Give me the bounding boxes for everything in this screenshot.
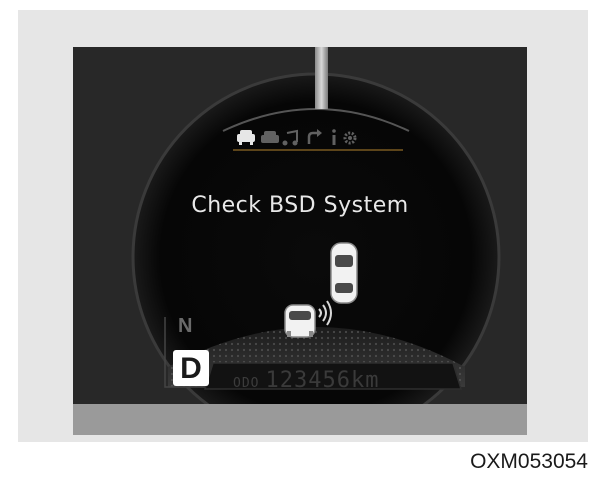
info-icon bbox=[332, 129, 336, 145]
gear-icon bbox=[343, 131, 357, 145]
odometer-label: ODO bbox=[233, 376, 260, 391]
gear-previous-indicator: N bbox=[178, 315, 193, 337]
instrument-cluster-display: Check BSD System N D ODO 123456km bbox=[73, 47, 527, 435]
gear-current-indicator: D bbox=[173, 350, 209, 386]
gauge-needle bbox=[315, 47, 328, 109]
display-bottom-strip bbox=[73, 404, 527, 435]
vehicle-own-icon bbox=[284, 304, 316, 338]
odometer-readout: ODO 123456km bbox=[233, 368, 379, 393]
bsd-warning-message: Check BSD System bbox=[191, 193, 409, 218]
figure-code: OXM053054 bbox=[470, 450, 588, 473]
odometer-value: 123456km bbox=[265, 368, 380, 393]
vehicle-adjacent-icon bbox=[330, 242, 358, 304]
